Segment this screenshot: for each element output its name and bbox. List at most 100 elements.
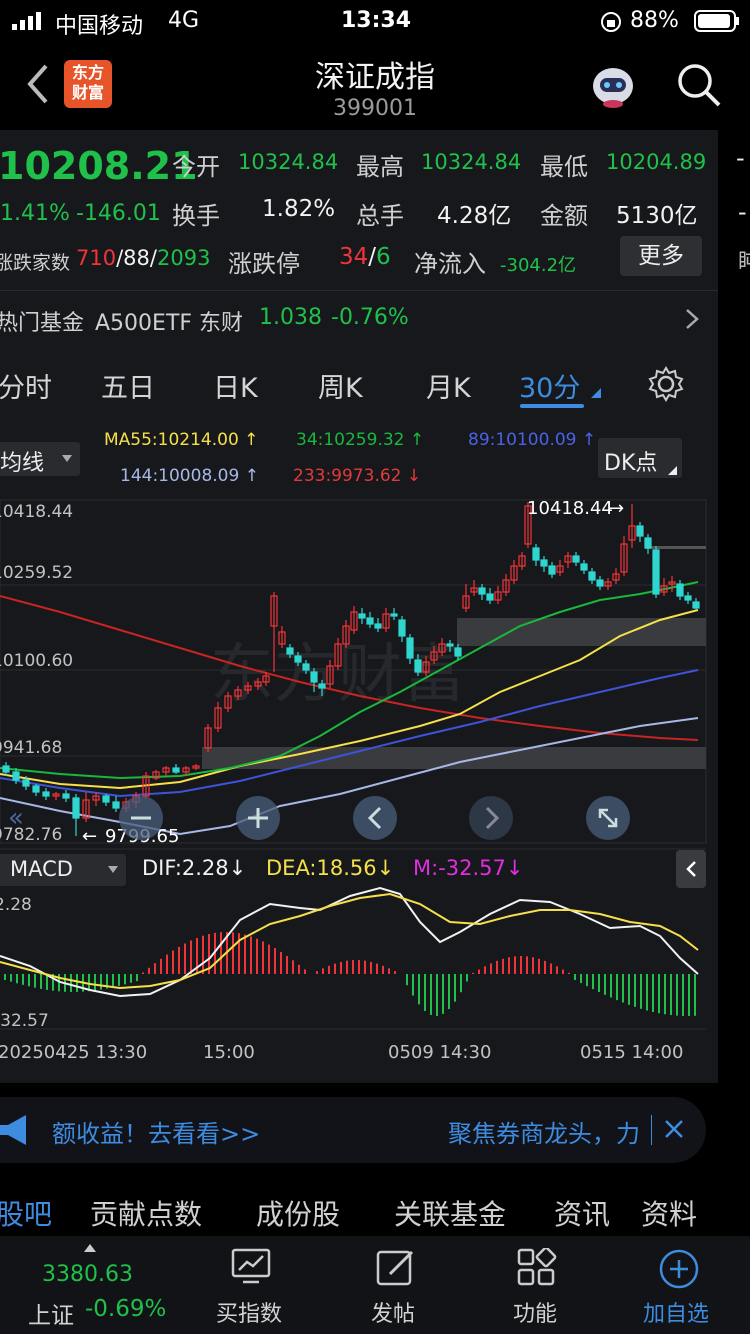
tab-guba[interactable]: 股吧 bbox=[0, 1193, 52, 1233]
macd-bar bbox=[22, 974, 24, 985]
sh-index-name[interactable]: 上证 bbox=[28, 1296, 74, 1330]
macd-bar bbox=[370, 961, 372, 974]
dk-zone bbox=[457, 618, 706, 646]
search-icon[interactable] bbox=[676, 62, 722, 108]
macd-bar bbox=[184, 943, 186, 974]
post-label[interactable]: 发帖 bbox=[371, 1296, 415, 1328]
macd-bar bbox=[454, 974, 456, 1002]
macd-bar bbox=[160, 958, 162, 974]
kline-svg[interactable]: 东方财富 10418.44 → ← 9799.65 10418.44 10259… bbox=[0, 496, 718, 1083]
active-tab-indicator bbox=[520, 404, 584, 408]
caret-up-icon bbox=[84, 1244, 96, 1252]
candle-body bbox=[390, 613, 398, 617]
ma89-value: 89:10100.09 ↑ bbox=[468, 430, 597, 450]
tab-constituents[interactable]: 成份股 bbox=[256, 1193, 340, 1233]
tab-contribution[interactable]: 贡献点数 bbox=[90, 1193, 202, 1233]
turnover-label: 换手 bbox=[172, 202, 220, 230]
notice-right-text[interactable]: 聚焦券商龙头，力 bbox=[448, 1114, 648, 1149]
edge-marker-bottom: 盹 bbox=[738, 250, 750, 275]
macd-bar bbox=[376, 963, 378, 974]
macd-bar bbox=[448, 974, 450, 1010]
dk-point-button[interactable]: DK点 bbox=[598, 438, 682, 478]
macd-bar bbox=[514, 956, 516, 974]
macd-bar bbox=[136, 974, 138, 982]
edge-marker-top: - bbox=[736, 144, 745, 172]
tab-profile[interactable]: 资料 bbox=[641, 1193, 697, 1233]
change-percent: 1.41% bbox=[0, 201, 70, 226]
macd-bar bbox=[580, 974, 582, 984]
chevron-left-icon bbox=[686, 861, 696, 877]
macd-bar bbox=[490, 963, 492, 974]
macd-bar bbox=[292, 960, 294, 974]
macd-bar bbox=[496, 960, 498, 974]
macd-bar bbox=[430, 974, 432, 1015]
collapse-panel-button[interactable] bbox=[676, 850, 706, 888]
macd-bar bbox=[442, 974, 444, 1014]
buy-index-label[interactable]: 买指数 bbox=[216, 1296, 282, 1328]
signal-icon bbox=[12, 12, 41, 30]
robot-assistant-icon[interactable] bbox=[588, 60, 638, 110]
macd-bar bbox=[166, 954, 168, 974]
functions-grid-icon[interactable] bbox=[517, 1248, 557, 1288]
tab-monthly-k[interactable]: 月K bbox=[426, 366, 471, 405]
candle-body bbox=[102, 795, 110, 803]
candle-body bbox=[652, 549, 660, 595]
macd-bar bbox=[634, 974, 636, 1007]
bottom-nav: 3380.63 上证 -0.69% 买指数 发帖 功能 加自选 bbox=[0, 1236, 750, 1334]
tab-intraday[interactable]: 分时 bbox=[0, 366, 52, 405]
macd-bar bbox=[352, 960, 354, 974]
tab-30min[interactable]: 30分 bbox=[519, 366, 580, 405]
macd-bar bbox=[316, 971, 318, 974]
macd-bar bbox=[202, 935, 204, 974]
functions-label[interactable]: 功能 bbox=[513, 1296, 557, 1328]
candle-body bbox=[446, 643, 454, 647]
amount-label: 金额 bbox=[540, 202, 588, 230]
sh-index-change[interactable]: -0.69% bbox=[85, 1296, 166, 1322]
dif-value: DIF:2.28↓ bbox=[142, 856, 247, 880]
tab-five-day[interactable]: 五日 bbox=[101, 366, 155, 405]
chevron-right-icon[interactable] bbox=[684, 307, 700, 331]
notice-left-text[interactable]: 额收益！去看看>> bbox=[52, 1114, 260, 1149]
macd-bar bbox=[250, 936, 252, 974]
time-tick: 0509 14:30 bbox=[388, 1042, 491, 1063]
macd-bar bbox=[424, 974, 426, 1011]
candle-body bbox=[72, 797, 80, 819]
breadth-label: 涨跌家数 bbox=[0, 252, 71, 274]
tab-weekly-k[interactable]: 周K bbox=[318, 366, 363, 405]
post-edit-icon[interactable] bbox=[376, 1248, 416, 1288]
tab-related-funds[interactable]: 关联基金 bbox=[394, 1193, 506, 1233]
macd-bar bbox=[148, 967, 150, 974]
ma-selector[interactable]: 均线 bbox=[0, 442, 80, 476]
dk-zone bbox=[645, 546, 706, 549]
indicator-selector[interactable]: MACD bbox=[0, 854, 126, 886]
tab-news[interactable]: 资讯 bbox=[554, 1193, 610, 1233]
candle-body bbox=[12, 771, 20, 781]
more-button[interactable]: 更多 bbox=[620, 236, 702, 276]
macd-bar bbox=[178, 946, 180, 974]
macd-bar bbox=[664, 974, 666, 1015]
sh-index-value[interactable]: 3380.63 bbox=[42, 1262, 133, 1287]
ma55-value: MA55:10214.00 ↑ bbox=[104, 430, 259, 450]
add-watchlist-icon[interactable] bbox=[658, 1248, 700, 1290]
fast-back-icon: « bbox=[8, 803, 24, 833]
volume-value: 4.28亿 bbox=[437, 203, 512, 229]
buy-index-icon[interactable] bbox=[231, 1248, 271, 1284]
candle-body bbox=[596, 579, 604, 587]
battery-icon bbox=[694, 10, 739, 32]
settings-gear-icon[interactable] bbox=[648, 366, 684, 402]
close-icon[interactable] bbox=[664, 1119, 684, 1139]
macd-bar bbox=[118, 974, 120, 986]
divider bbox=[0, 290, 718, 291]
macd-bar bbox=[616, 974, 618, 1001]
tab-daily-k[interactable]: 日K bbox=[213, 366, 258, 405]
notice-banner[interactable]: 额收益！去看看>> 聚焦券商龙头，力 bbox=[0, 1097, 706, 1163]
m-value: M:-32.57↓ bbox=[413, 856, 524, 880]
fund-name[interactable]: A500ETF 东财 bbox=[95, 305, 243, 337]
macd-axis-top: 2.28 bbox=[0, 895, 32, 915]
add-watchlist-label[interactable]: 加自选 bbox=[643, 1296, 709, 1328]
volume-label: 总手 bbox=[356, 202, 404, 230]
macd-bar bbox=[70, 974, 72, 992]
dea-value: DEA:18.56↓ bbox=[266, 856, 395, 880]
price-tick: 10418.44 bbox=[0, 502, 73, 522]
macd-bar bbox=[232, 932, 234, 974]
